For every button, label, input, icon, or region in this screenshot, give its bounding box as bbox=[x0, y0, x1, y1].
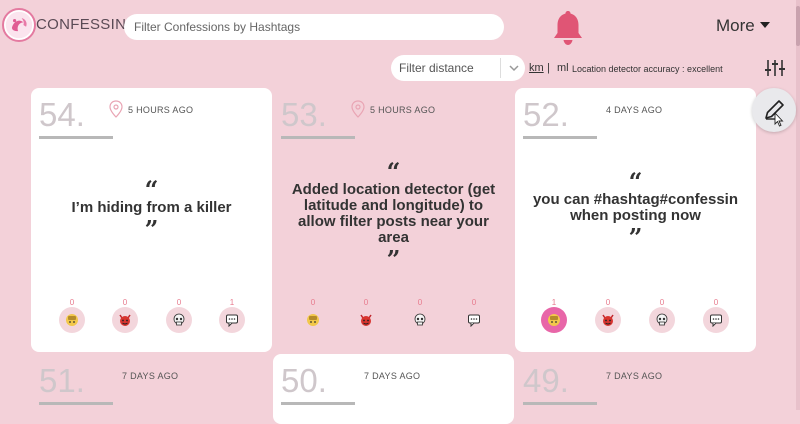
confession-text-block: “ you can #hashtag#confessin when postin… bbox=[515, 167, 756, 252]
filter-settings-icon[interactable] bbox=[764, 58, 786, 78]
comment-icon bbox=[468, 314, 480, 327]
comment-icon bbox=[226, 314, 238, 327]
confession-number: 49. bbox=[523, 362, 569, 399]
notification-bell-icon[interactable] bbox=[549, 8, 587, 48]
confession-number: 52. bbox=[523, 96, 569, 133]
skull-emoji-icon bbox=[173, 313, 185, 326]
comment-button[interactable] bbox=[219, 307, 245, 333]
location-accuracy-text: Location detector accuracy : excellent bbox=[572, 64, 723, 74]
reaction-count: 0 bbox=[471, 298, 477, 307]
comment-icon bbox=[710, 314, 722, 327]
confession-text: I’m hiding from a killer bbox=[71, 199, 232, 216]
close-quote-icon: ” bbox=[144, 215, 159, 244]
confession-card[interactable]: 50. 7 DAYS AGO bbox=[273, 354, 514, 424]
confession-text-block: “ I’m hiding from a killer ” bbox=[31, 175, 272, 244]
open-quote-icon: “ bbox=[628, 167, 643, 196]
confession-text: Added location detector (get latitude an… bbox=[291, 181, 496, 246]
reaction-count: 1 bbox=[229, 298, 235, 307]
chevron-down-icon[interactable] bbox=[508, 61, 520, 73]
reaction-count: 0 bbox=[122, 298, 128, 307]
confession-text-block: “ Added location detector (get latitude … bbox=[273, 157, 514, 274]
skull-emoji-icon bbox=[656, 313, 668, 326]
post-time: 7 DAYS AGO bbox=[122, 371, 179, 381]
hand-reaction-button[interactable] bbox=[59, 307, 85, 333]
comment-button[interactable] bbox=[703, 307, 729, 333]
devil-emoji-icon bbox=[602, 314, 614, 326]
distance-filter-placeholder: Filter distance bbox=[399, 61, 474, 75]
confession-card[interactable]: 53. 5 HOURS AGO “ Added location detecto… bbox=[273, 88, 514, 352]
skull-reaction-button[interactable] bbox=[649, 307, 675, 333]
logo-icon[interactable] bbox=[2, 8, 36, 42]
skull-reaction-button[interactable] bbox=[407, 307, 433, 333]
devil-emoji-icon bbox=[119, 314, 131, 326]
open-quote-icon: “ bbox=[386, 157, 401, 186]
close-quote-icon: ” bbox=[386, 245, 401, 274]
scrollbar-thumb[interactable] bbox=[796, 6, 800, 46]
skull-reaction-button[interactable] bbox=[166, 307, 192, 333]
confession-number: 53. bbox=[281, 96, 327, 133]
reaction-count: 0 bbox=[363, 298, 369, 307]
open-quote-icon: “ bbox=[144, 175, 159, 204]
reaction-count: 1 bbox=[551, 298, 557, 307]
post-time: 7 DAYS AGO bbox=[364, 371, 421, 381]
location-pin-icon bbox=[109, 100, 123, 118]
devil-emoji-icon bbox=[360, 314, 372, 326]
reaction-count: 0 bbox=[417, 298, 423, 307]
hand-reaction-button[interactable] bbox=[541, 307, 567, 333]
number-underline bbox=[281, 402, 355, 405]
number-underline bbox=[39, 136, 113, 139]
close-quote-icon: ” bbox=[628, 223, 643, 252]
hand-emoji-icon bbox=[66, 314, 78, 326]
location-pin-icon bbox=[351, 100, 365, 118]
unit-separator: | bbox=[547, 62, 550, 74]
devil-reaction-button[interactable] bbox=[112, 307, 138, 333]
more-menu-button[interactable]: More bbox=[716, 16, 755, 36]
hand-reaction-button[interactable] bbox=[300, 307, 326, 333]
confession-number: 50. bbox=[281, 362, 327, 399]
confession-card[interactable]: 51. 7 DAYS AGO bbox=[31, 354, 272, 424]
hand-emoji-icon bbox=[548, 314, 560, 326]
number-underline bbox=[523, 402, 597, 405]
select-divider bbox=[500, 58, 501, 78]
post-time: 5 HOURS AGO bbox=[370, 105, 436, 115]
comment-button[interactable] bbox=[461, 307, 487, 333]
confession-card[interactable]: 52. 4 DAYS AGO “ you can #hashtag#confes… bbox=[515, 88, 756, 352]
post-time: 7 DAYS AGO bbox=[606, 371, 663, 381]
skull-emoji-icon bbox=[414, 313, 426, 326]
caret-down-icon[interactable] bbox=[760, 22, 770, 28]
brand-name[interactable]: CONFESSIN bbox=[36, 16, 126, 33]
reaction-count: 0 bbox=[659, 298, 665, 307]
new-confession-button[interactable] bbox=[752, 88, 796, 132]
hashtag-search-input[interactable] bbox=[124, 14, 504, 40]
scrollbar-track[interactable] bbox=[796, 0, 800, 410]
unit-ml-link[interactable]: ml bbox=[557, 62, 569, 74]
reaction-count: 0 bbox=[713, 298, 719, 307]
reaction-count: 0 bbox=[310, 298, 316, 307]
number-underline bbox=[39, 402, 113, 405]
unit-km-link[interactable]: km bbox=[529, 62, 544, 74]
confession-card[interactable]: 49. 7 DAYS AGO bbox=[515, 354, 756, 424]
hand-emoji-icon bbox=[307, 314, 319, 326]
pencil-icon bbox=[765, 100, 784, 127]
confession-card[interactable]: 54. 5 HOURS AGO “ I’m hiding from a kill… bbox=[31, 88, 272, 352]
number-underline bbox=[523, 136, 597, 139]
reaction-count: 0 bbox=[176, 298, 182, 307]
confession-number: 54. bbox=[39, 96, 85, 133]
devil-reaction-button[interactable] bbox=[595, 307, 621, 333]
confession-text: you can #hashtag#confessin when posting … bbox=[532, 191, 739, 224]
post-time: 5 HOURS AGO bbox=[128, 105, 194, 115]
devil-reaction-button[interactable] bbox=[353, 307, 379, 333]
reaction-count: 0 bbox=[605, 298, 611, 307]
post-time: 4 DAYS AGO bbox=[606, 105, 663, 115]
number-underline bbox=[281, 136, 355, 139]
reaction-count: 0 bbox=[69, 298, 75, 307]
confession-number: 51. bbox=[39, 362, 85, 399]
